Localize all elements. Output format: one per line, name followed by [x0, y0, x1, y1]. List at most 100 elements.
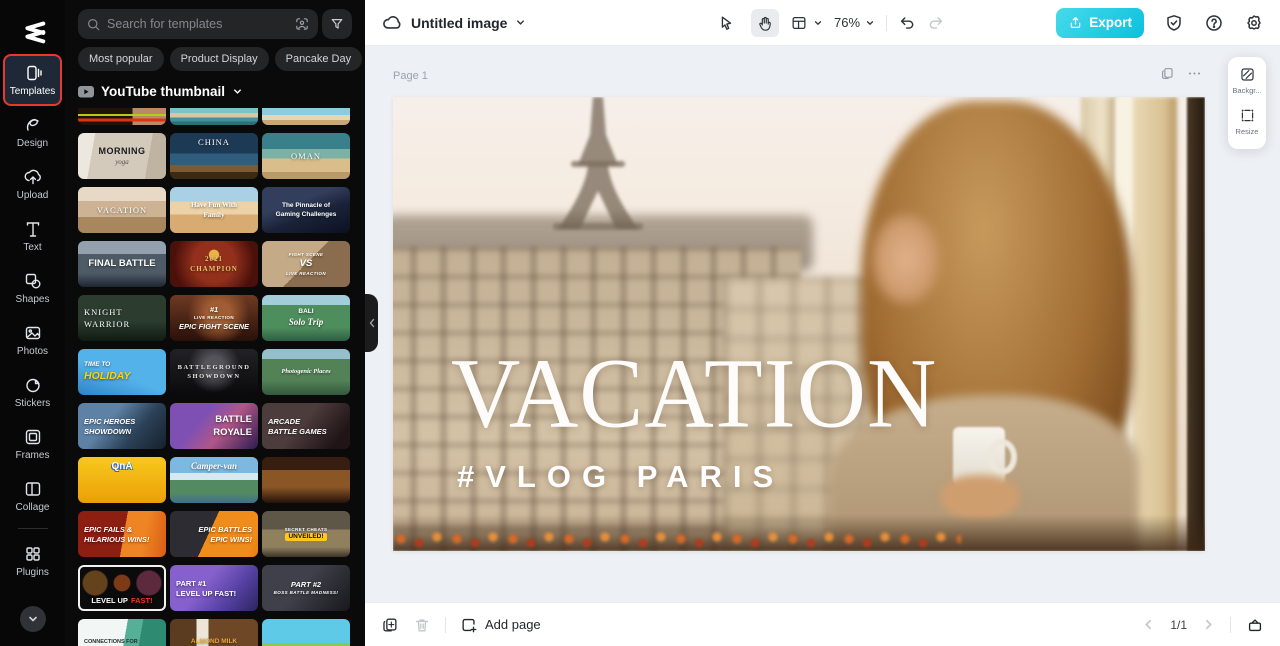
template-thumbnail-text: ROYALE [213, 426, 252, 438]
template-thumbnail[interactable]: KNIGHT WARRIOR [78, 295, 166, 341]
template-thumbnail[interactable]: CONNECTIONS FOR [78, 619, 166, 646]
canvas-tools-card: Backgr... Resize [1228, 57, 1266, 149]
template-thumbnail-text: LIVE REACTION [194, 315, 234, 321]
duplicate-page-button[interactable] [381, 616, 399, 634]
undo-button[interactable] [898, 14, 916, 32]
settings-button[interactable] [1244, 13, 1264, 33]
more-options-icon[interactable] [1187, 66, 1202, 81]
sidebar-item-design[interactable]: Design [3, 106, 62, 158]
template-thumbnail[interactable] [170, 108, 258, 125]
chip-pancake-day[interactable]: Pancake Day [274, 47, 363, 71]
template-thumbnail[interactable]: FINAL BATTLE [78, 241, 166, 287]
design-canvas[interactable]: VACATION #VLOG PARIS [393, 97, 1205, 551]
chip-most-popular[interactable]: Most popular [78, 47, 164, 71]
template-thumbnail-text: EPIC BATTLES [198, 524, 252, 534]
chevron-left-icon [369, 318, 374, 328]
chip-product-display[interactable]: Product Display [169, 47, 269, 71]
template-thumbnail[interactable]: OMAN [262, 133, 350, 179]
bottom-bar: Add page 1/1 [365, 602, 1280, 646]
template-thumbnail[interactable]: EPIC BATTLES EPIC WINS! [170, 511, 258, 557]
template-thumbnail[interactable]: The Pinnacle of Gaming Challenges [262, 187, 350, 233]
template-thumbnail[interactable] [262, 619, 350, 646]
canvas-headline-text[interactable]: VACATION [451, 335, 937, 450]
sidebar-item-plugins[interactable]: Plugins [3, 535, 62, 587]
template-thumbnail[interactable]: Photogenic Places [262, 349, 350, 395]
undo-icon [900, 16, 914, 29]
template-thumbnail[interactable]: ALMOND MILK [170, 619, 258, 646]
template-thumbnail[interactable]: Camper-van [170, 457, 258, 503]
template-thumbnail[interactable]: EPIC HEROES SHOWDOWN [78, 403, 166, 449]
template-thumbnail[interactable]: #1 LIVE REACTION EPIC FIGHT SCENE [170, 295, 258, 341]
add-page-label: Add page [485, 617, 541, 632]
sidebar-item-collage[interactable]: Collage [3, 470, 62, 522]
delete-page-button[interactable] [413, 616, 431, 634]
workspace: Page 1 VACATION #VLOG PARIS Backgr... Re… [365, 46, 1280, 602]
template-thumbnail[interactable]: LEVEL UP FAST! [78, 565, 166, 611]
hand-tool-button[interactable] [751, 8, 779, 37]
redo-button[interactable] [927, 14, 945, 32]
template-thumbnail[interactable]: EPIC FAILS & HILARIOUS WINS! [78, 511, 166, 557]
add-page-button[interactable]: Add page [460, 616, 541, 634]
template-thumbnail-text: SHOWDOWN [84, 426, 132, 436]
template-thumbnail[interactable] [262, 108, 350, 125]
sidebar-item-photos[interactable]: Photos [3, 314, 62, 366]
template-thumbnail[interactable]: PART #2 BOSS BATTLE MADNESS! [262, 565, 350, 611]
photos-icon [25, 326, 40, 340]
template-thumbnail[interactable]: ARCADE BATTLE GAMES [262, 403, 350, 449]
template-thumbnail[interactable]: VACATION [78, 187, 166, 233]
sidebar-item-text[interactable]: Text [3, 210, 62, 262]
youtube-icon [78, 85, 94, 97]
background-icon [1240, 68, 1254, 81]
resize-tool[interactable]: Resize [1236, 107, 1258, 136]
template-thumbnail[interactable]: BATTLE ROYALE [170, 403, 258, 449]
cursor-icon [721, 15, 732, 30]
filter-button[interactable] [322, 9, 352, 39]
previous-page-icon[interactable] [1142, 618, 1155, 631]
sidebar-item-stickers[interactable]: Stickers [3, 366, 62, 418]
upload-icon [24, 169, 41, 185]
template-thumbnail[interactable]: FIGHT SCENE VS LIVE REACTION [262, 241, 350, 287]
template-thumbnail-text: Camper-van [191, 461, 237, 471]
help-button[interactable] [1204, 13, 1224, 33]
zoom-selector[interactable]: 76% [834, 15, 875, 30]
templates-panel: Most popular Product Display Pancake Day… [65, 0, 365, 646]
template-thumbnail[interactable]: PART #1 LEVEL UP FAST! [170, 565, 258, 611]
sidebar-item-frames[interactable]: Frames [3, 418, 62, 470]
duplicate-page-icon[interactable] [1160, 66, 1175, 81]
section-header-youtube-thumbnail[interactable]: YouTube thumbnail [78, 84, 243, 99]
sidebar-item-label: Collage [15, 502, 50, 513]
sidebar-collapse-button[interactable] [19, 606, 46, 632]
layout-selector[interactable] [790, 14, 823, 32]
template-thumbnail[interactable]: 2021 CHAMPION [170, 241, 258, 287]
template-thumbnail[interactable]: BALI Solo Trip [262, 295, 350, 341]
next-page-icon[interactable] [1202, 618, 1215, 631]
sidebar-item-upload[interactable]: Upload [3, 158, 62, 210]
search-box[interactable] [78, 9, 318, 39]
document-title[interactable]: Untitled image [411, 15, 507, 31]
template-thumbnail-text: Solo Trip [288, 317, 324, 327]
background-tool[interactable]: Backgr... [1232, 66, 1262, 95]
template-thumbnail-text: WARRIOR [84, 318, 131, 329]
sidebar-item-shapes[interactable]: Shapes [3, 262, 62, 314]
export-button[interactable]: Export [1056, 7, 1144, 38]
template-thumbnail[interactable]: TIME TO HOLIDAY [78, 349, 166, 395]
present-icon[interactable] [1246, 616, 1264, 634]
sidebar-item-templates[interactable]: Templates [3, 54, 62, 106]
canvas-subhead-text[interactable]: #VLOG PARIS [457, 459, 784, 495]
sidebar-item-label: Plugins [16, 567, 49, 578]
template-thumbnail[interactable] [78, 108, 166, 125]
template-thumbnail[interactable]: Have Fun With Family [170, 187, 258, 233]
search-input[interactable] [107, 17, 288, 31]
template-thumbnail[interactable]: CHINA [170, 133, 258, 179]
image-search-icon[interactable] [294, 16, 310, 32]
template-thumbnail[interactable]: BATTLEGROUND SHOWDOWN [170, 349, 258, 395]
panel-collapse-handle[interactable] [365, 294, 378, 352]
template-thumbnail[interactable] [262, 457, 350, 503]
layout-icon [792, 16, 806, 29]
template-thumbnail[interactable]: QnA [78, 457, 166, 503]
safety-shield-button[interactable] [1164, 13, 1184, 33]
select-tool-button[interactable] [712, 9, 740, 37]
chevron-down-icon[interactable] [515, 17, 526, 28]
template-thumbnail[interactable]: MORNING yoga [78, 133, 166, 179]
template-thumbnail[interactable]: SECRET CHEATS UNVEILED! [262, 511, 350, 557]
